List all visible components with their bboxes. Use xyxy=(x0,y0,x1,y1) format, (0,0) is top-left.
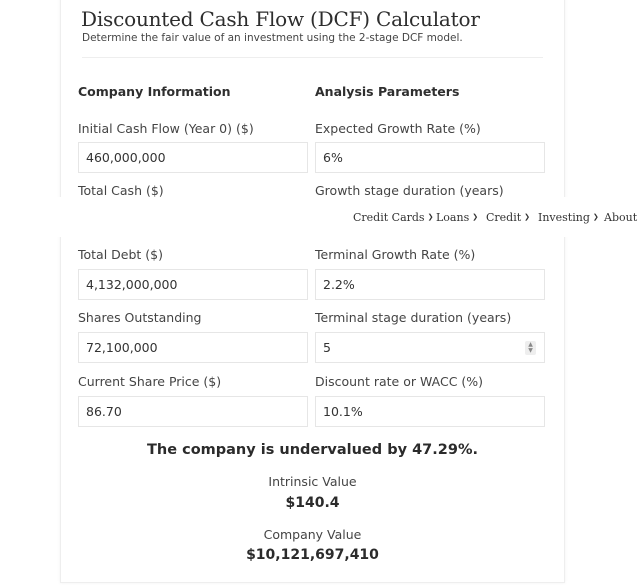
company-information-heading: Company Information xyxy=(78,84,231,99)
initial-cash-flow-input[interactable]: 460,000,000 xyxy=(78,142,308,173)
nav-item-credit[interactable]: Credit ❯ xyxy=(486,211,530,224)
chevron-down-icon: ❯ xyxy=(472,213,479,221)
chevron-down-icon: ❯ xyxy=(592,213,599,221)
chevron-down-icon: ❯ xyxy=(524,213,531,221)
share-price-input[interactable]: 86.70 xyxy=(78,396,308,427)
nav-item-credit-cards[interactable]: Credit Cards ❯ xyxy=(353,211,433,224)
initial-cash-flow-value: 460,000,000 xyxy=(86,150,166,165)
terminal-duration-label: Terminal stage duration (years) xyxy=(315,310,512,325)
nav-item-loans[interactable]: Loans ❯ xyxy=(436,211,478,224)
terminal-growth-input[interactable]: 2.2% xyxy=(315,269,545,300)
nav-label: Credit xyxy=(486,211,522,224)
nav-label: Investing xyxy=(538,211,590,224)
terminal-growth-label: Terminal Growth Rate (%) xyxy=(315,247,476,262)
company-value-label: Company Value xyxy=(263,527,362,542)
site-nav: Credit Cards ❯ Loans ❯ Credit ❯ Investing ❯ … xyxy=(0,197,640,237)
discount-rate-value: 10.1% xyxy=(323,404,363,419)
shares-outstanding-input[interactable]: 72,100,000 xyxy=(78,332,308,363)
chevron-down-icon: ❯ xyxy=(427,213,434,221)
chevron-down-icon[interactable]: ▼ xyxy=(528,348,533,354)
nav-label: About U xyxy=(604,211,640,224)
nav-label: Loans xyxy=(436,211,470,224)
terminal-duration-input[interactable]: 5 ▲ ▼ xyxy=(315,332,545,363)
growth-duration-label: Growth stage duration (years) xyxy=(315,183,504,198)
shares-outstanding-label: Shares Outstanding xyxy=(78,310,202,325)
discount-rate-label: Discount rate or WACC (%) xyxy=(315,374,484,389)
terminal-duration-value: 5 xyxy=(323,340,331,355)
intrinsic-value-label: Intrinsic Value xyxy=(268,474,357,489)
nav-item-investing[interactable]: Investing ❯ xyxy=(538,211,599,224)
terminal-growth-value: 2.2% xyxy=(323,277,355,292)
growth-rate-input[interactable]: 6% xyxy=(315,142,545,173)
growth-rate-label: Expected Growth Rate (%) xyxy=(315,121,481,136)
valuation-verdict: The company is undervalued by 47.29%. xyxy=(147,442,478,458)
page-title: Discounted Cash Flow (DCF) Calculator xyxy=(81,7,480,31)
initial-cash-flow-label: Initial Cash Flow (Year 0) ($) xyxy=(78,121,254,136)
growth-rate-value: 6% xyxy=(323,150,343,165)
total-debt-label: Total Debt ($) xyxy=(78,247,163,262)
discount-rate-input[interactable]: 10.1% xyxy=(315,396,545,427)
total-cash-label: Total Cash ($) xyxy=(78,183,164,198)
company-value: $10,121,697,410 xyxy=(246,547,379,563)
nav-label: Credit Cards xyxy=(353,211,425,224)
page-subtitle: Determine the fair value of an investmen… xyxy=(82,32,463,44)
analysis-parameters-heading: Analysis Parameters xyxy=(315,84,460,99)
total-debt-input[interactable]: 4,132,000,000 xyxy=(78,269,308,300)
share-price-label: Current Share Price ($) xyxy=(78,374,222,389)
intrinsic-value: $140.4 xyxy=(285,495,340,511)
total-debt-value: 4,132,000,000 xyxy=(86,277,178,292)
number-spinner[interactable]: ▲ ▼ xyxy=(525,341,536,355)
shares-outstanding-value: 72,100,000 xyxy=(86,340,158,355)
nav-item-about[interactable]: About U xyxy=(604,211,640,224)
share-price-value: 86.70 xyxy=(86,404,122,419)
divider xyxy=(82,57,543,58)
